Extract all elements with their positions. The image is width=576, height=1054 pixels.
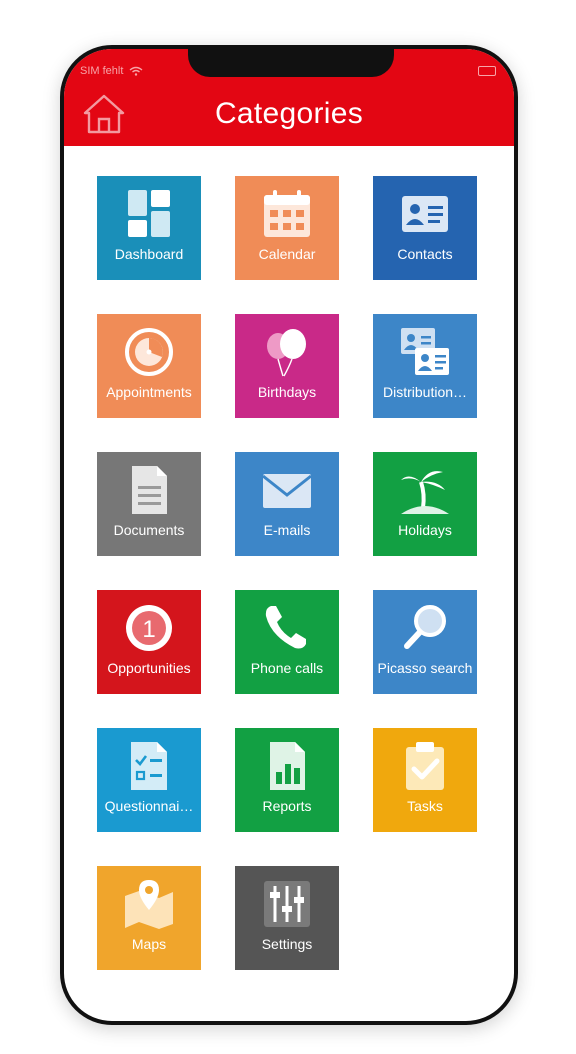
tile-opportunities[interactable]: 1 Opportunities — [97, 590, 201, 694]
palm-island-icon — [399, 464, 451, 516]
category-grid: Dashboard Calendar Contacts Appointments — [97, 176, 477, 970]
dashboard-icon — [123, 188, 175, 240]
tile-label: Reports — [262, 798, 312, 814]
document-icon — [123, 464, 175, 516]
tile-appointments[interactable]: Appointments — [97, 314, 201, 418]
tile-label: Birthdays — [257, 384, 317, 400]
device-notch — [188, 49, 394, 77]
clipboard-check-icon — [399, 740, 451, 792]
wifi-icon — [129, 66, 143, 76]
tile-birthdays[interactable]: Birthdays — [235, 314, 339, 418]
magnifier-icon — [399, 602, 451, 654]
map-pin-icon — [123, 878, 175, 930]
calendar-icon — [261, 188, 313, 240]
tile-distribution[interactable]: Distribution… — [373, 314, 477, 418]
tile-label: Settings — [261, 936, 313, 952]
page-title: Categories — [214, 97, 364, 130]
balloons-icon — [261, 326, 313, 378]
tile-emails[interactable]: E-mails — [235, 452, 339, 556]
report-chart-icon — [261, 740, 313, 792]
sliders-icon — [261, 878, 313, 930]
tile-reports[interactable]: Reports — [235, 728, 339, 832]
tile-label: Maps — [131, 936, 167, 952]
tile-label: Dashboard — [114, 246, 184, 262]
appointment-clock-icon — [123, 326, 175, 378]
tile-label: Distribution… — [382, 384, 468, 400]
tile-questionnaires[interactable]: Questionnai… — [97, 728, 201, 832]
app-header: SIM fehlt Categories — [64, 49, 514, 146]
questionnaire-icon — [123, 740, 175, 792]
envelope-icon — [261, 464, 313, 516]
tile-settings[interactable]: Settings — [235, 866, 339, 970]
tile-label: E-mails — [263, 522, 311, 538]
tile-dashboard[interactable]: Dashboard — [97, 176, 201, 280]
tile-label: Questionnai… — [104, 798, 194, 814]
tile-tasks[interactable]: Tasks — [373, 728, 477, 832]
tile-phone-calls[interactable]: Phone calls — [235, 590, 339, 694]
phone-frame: SIM fehlt Categories Dashboard Calendar — [60, 45, 518, 1025]
tile-maps[interactable]: Maps — [97, 866, 201, 970]
status-bar-carrier: SIM fehlt — [80, 65, 143, 77]
tile-label: Holidays — [398, 522, 452, 538]
distribution-cards-icon — [399, 326, 451, 378]
tile-label: Contacts — [397, 246, 453, 262]
tile-label: Tasks — [407, 798, 443, 814]
tile-label: Documents — [113, 522, 185, 538]
tile-contacts[interactable]: Contacts — [373, 176, 477, 280]
phone-icon — [261, 602, 313, 654]
opportunity-badge-icon: 1 — [123, 602, 175, 654]
tile-holidays[interactable]: Holidays — [373, 452, 477, 556]
tile-label: Picasso search — [377, 660, 473, 676]
tile-label: Opportunities — [107, 660, 191, 676]
tile-label: Appointments — [106, 384, 192, 400]
tile-documents[interactable]: Documents — [97, 452, 201, 556]
battery-icon — [478, 66, 496, 76]
svg-text:1: 1 — [142, 616, 155, 643]
tile-calendar[interactable]: Calendar — [235, 176, 339, 280]
tile-label: Calendar — [258, 246, 316, 262]
tile-label: Phone calls — [250, 660, 324, 676]
tile-picasso-search[interactable]: Picasso search — [373, 590, 477, 694]
carrier-label: SIM fehlt — [80, 65, 124, 77]
contact-card-icon — [399, 188, 451, 240]
